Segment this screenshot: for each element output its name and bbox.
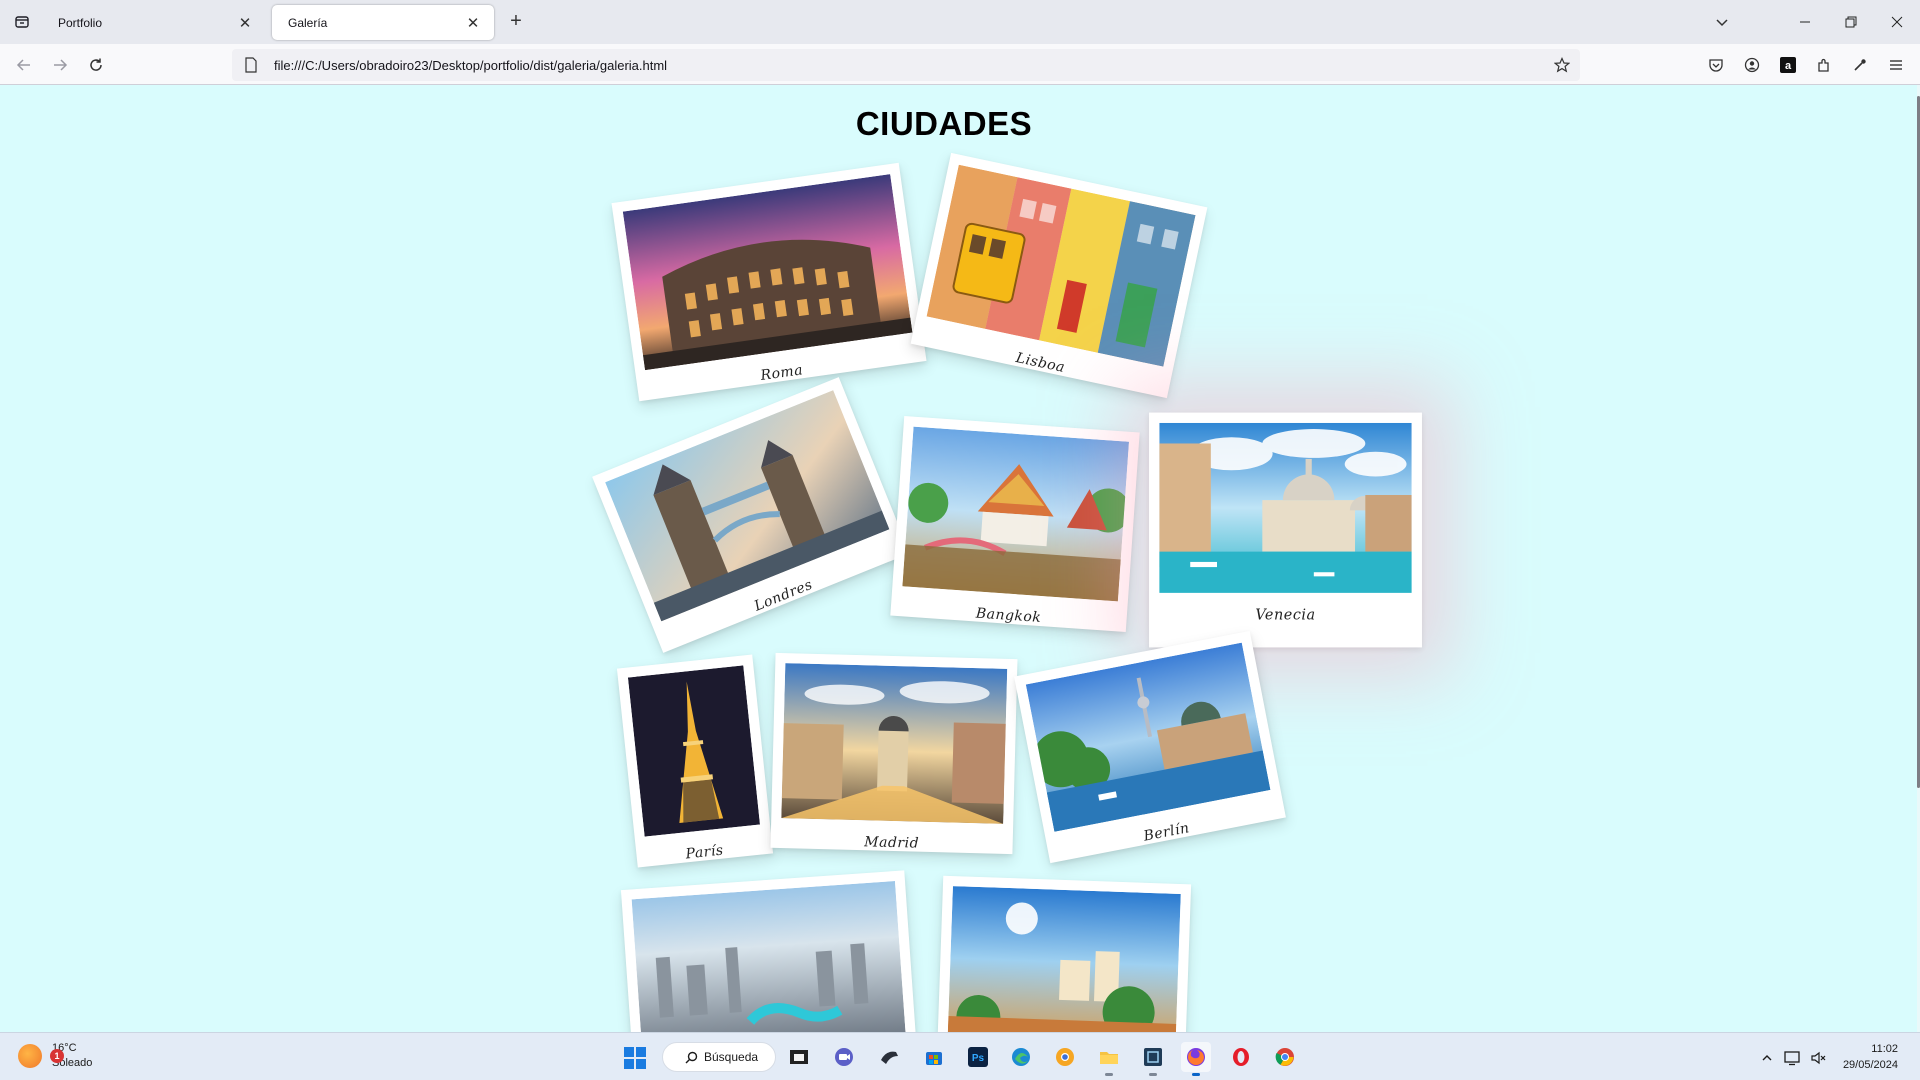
eyedropper-icon[interactable] <box>1846 51 1874 79</box>
venice-canal-photo <box>1159 422 1412 593</box>
pocket-icon[interactable] <box>1702 51 1730 79</box>
pinned-app-icon[interactable] <box>874 1042 904 1072</box>
tab-label: Portfolio <box>58 15 103 30</box>
running-indicator <box>1105 1073 1113 1076</box>
url-text[interactable]: file:///C:/Users/obradoiro23/Desktop/por… <box>274 58 1548 73</box>
photo-card-madrid[interactable]: Madrid <box>770 652 1018 855</box>
photo-card-paris[interactable]: París <box>616 654 774 868</box>
new-tab-icon[interactable]: + <box>504 10 528 34</box>
speaker-muted-icon[interactable] <box>1808 1047 1830 1069</box>
tab-label: Galería <box>288 15 328 30</box>
running-indicator <box>1192 1073 1200 1076</box>
bookmark-star-icon[interactable] <box>1548 51 1576 79</box>
navigation-bar: file:///C:/Users/obradoiro23/Desktop/por… <box>0 44 1920 85</box>
eiffel-tower-photo <box>627 665 760 837</box>
sun-icon <box>18 1044 42 1068</box>
address-bar[interactable]: file:///C:/Users/obradoiro23/Desktop/por… <box>232 49 1580 81</box>
svg-text:Ps: Ps <box>972 1053 985 1064</box>
minimize-icon[interactable] <box>1782 0 1828 44</box>
tab-bar: Portfolio ✕ Galería ✕ + <box>0 0 1920 44</box>
all-tabs-icon[interactable] <box>8 8 36 36</box>
gallery-page: CIUDADES Roma Lisboa Londres Bangkok Ven… <box>0 85 1918 1032</box>
close-tab-icon[interactable]: ✕ <box>236 14 254 32</box>
photo-card-londres[interactable]: Londres <box>592 377 910 653</box>
system-clock[interactable]: 11:02 29/05/2024 <box>1843 1041 1898 1073</box>
chrome-icon[interactable] <box>1270 1042 1300 1072</box>
extensions-icon[interactable] <box>1810 51 1838 79</box>
forward-arrow-icon[interactable] <box>46 51 74 79</box>
search-icon <box>685 1051 698 1064</box>
clock-date: 29/05/2024 <box>1842 1059 1898 1071</box>
notification-badge: 1 <box>50 1049 64 1063</box>
dubai-aerial-photo <box>631 880 907 1032</box>
taskbar: 1 16°C Soleado Búsqueda Ps 11:02 29/05/2… <box>0 1032 1920 1080</box>
chrome-dev-icon[interactable] <box>1050 1042 1080 1072</box>
svg-text:a: a <box>1785 60 1792 72</box>
account-icon[interactable] <box>1738 51 1766 79</box>
tab-portfolio[interactable]: Portfolio ✕ <box>42 5 266 40</box>
page-title: CIUDADES <box>855 105 1033 142</box>
page-icon <box>244 57 260 73</box>
close-window-icon[interactable] <box>1874 0 1920 44</box>
folder-icon[interactable] <box>1094 1042 1124 1076</box>
reload-icon[interactable] <box>82 51 110 79</box>
windows-start-icon[interactable] <box>620 1043 650 1073</box>
tab-galeria[interactable]: Galería ✕ <box>272 5 494 40</box>
firefox-icon[interactable] <box>1181 1042 1211 1076</box>
running-indicator <box>1149 1073 1157 1076</box>
chevron-down-icon[interactable] <box>1710 10 1734 34</box>
thai-temple-photo <box>902 426 1130 602</box>
opera-icon[interactable] <box>1226 1042 1256 1072</box>
search-label: Búsqueda <box>704 1050 759 1064</box>
photo-card-coastal[interactable] <box>936 875 1192 1032</box>
photoshop-icon[interactable]: Ps <box>963 1042 993 1072</box>
restore-icon[interactable] <box>1828 0 1874 44</box>
photo-card-lisboa[interactable]: Lisboa <box>910 152 1208 399</box>
photo-card-bangkok[interactable]: Bangkok <box>890 416 1140 632</box>
photo-caption: Madrid <box>864 834 920 852</box>
chevron-up-icon[interactable] <box>1756 1047 1778 1069</box>
coastal-town-photo <box>947 886 1181 1032</box>
edge-icon[interactable] <box>1006 1042 1036 1072</box>
editor-icon[interactable] <box>1138 1042 1168 1076</box>
photo-card-dubai[interactable] <box>620 870 918 1032</box>
photo-card-venecia[interactable]: Venecia <box>1149 412 1422 648</box>
clock-time: 11:02 <box>1871 1043 1898 1055</box>
taskbar-search[interactable]: Búsqueda <box>662 1042 776 1072</box>
photo-card-berlin[interactable]: Berlín <box>1014 630 1286 864</box>
back-arrow-icon[interactable] <box>10 51 38 79</box>
meet-icon[interactable] <box>829 1042 859 1072</box>
network-icon[interactable] <box>1782 1047 1804 1069</box>
file-explorer-icon[interactable] <box>784 1042 814 1072</box>
photo-caption: Venecia <box>1255 607 1316 624</box>
weather-widget[interactable]: 1 16°C Soleado <box>18 1041 92 1071</box>
amazon-extension-icon[interactable]: a <box>1774 51 1802 79</box>
menu-icon[interactable] <box>1882 51 1910 79</box>
store-icon[interactable] <box>919 1042 949 1072</box>
close-tab-icon[interactable]: ✕ <box>464 14 482 32</box>
madrid-gran-via-photo <box>781 663 1008 824</box>
photo-card-roma[interactable]: Roma <box>611 162 927 402</box>
